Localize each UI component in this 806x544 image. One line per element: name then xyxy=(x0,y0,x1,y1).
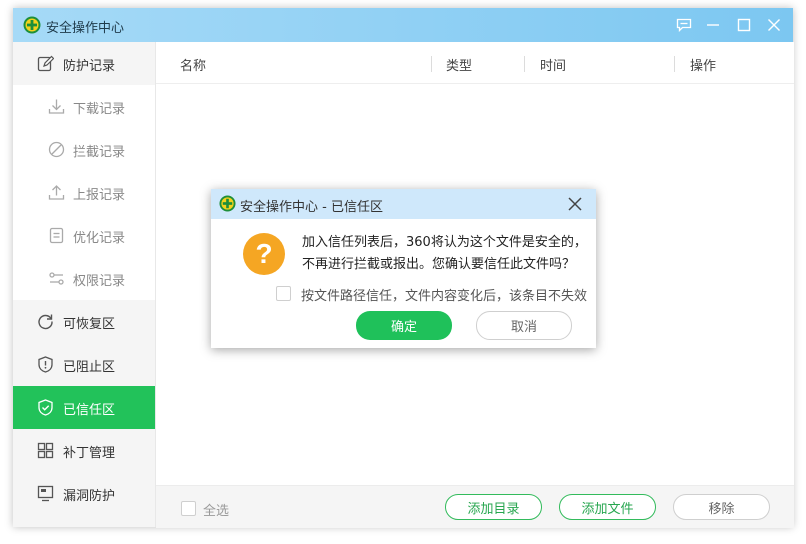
sidebar-item-label: 拦截记录 xyxy=(73,145,126,160)
maximize-icon xyxy=(737,18,751,32)
sidebar-item-label: 补丁管理 xyxy=(63,446,116,461)
sidebar-item-label: 可恢复区 xyxy=(63,317,116,332)
table-header: 名称 类型 时间 操作 xyxy=(156,42,794,84)
sidebar-item-label: 已信任区 xyxy=(63,403,116,418)
trust-confirm-dialog: 安全操作中心 - 已信任区 ? 加入信任列表后，360将认为这个文件是安全的，不… xyxy=(211,189,596,348)
sidebar-item-permission-records[interactable]: 权限记录 xyxy=(13,257,155,300)
feedback-button[interactable] xyxy=(673,14,695,36)
column-header-action[interactable]: 操作 xyxy=(690,55,716,74)
upload-icon xyxy=(48,185,65,200)
shield-check-icon xyxy=(38,399,53,416)
title-bar: 安全操作中心 xyxy=(13,8,793,42)
sidebar-item-report-records[interactable]: 上报记录 xyxy=(13,171,155,214)
window-title: 安全操作中心 xyxy=(46,21,125,36)
sidebar: 防护记录 下载记录 拦截记录 上报记录 优化记录 权限记录 可恢复区 已阻止区 … xyxy=(13,42,155,527)
column-header-type[interactable]: 类型 xyxy=(446,55,472,74)
sidebar-item-patch-management[interactable]: 补丁管理 xyxy=(13,429,155,472)
close-button[interactable] xyxy=(763,14,785,36)
app-logo-icon xyxy=(23,16,41,34)
minimize-button[interactable] xyxy=(702,14,724,36)
column-header-name[interactable]: 名称 xyxy=(180,55,206,74)
column-divider xyxy=(431,56,432,72)
dialog-title-bar: 安全操作中心 - 已信任区 xyxy=(211,189,596,219)
grid-icon xyxy=(37,442,54,459)
select-all-checkbox[interactable] xyxy=(181,501,196,516)
question-icon: ? xyxy=(243,233,285,275)
sidebar-item-label: 已阻止区 xyxy=(63,360,116,375)
sidebar-item-vulnerability-protection[interactable]: 漏洞防护 xyxy=(13,472,155,515)
feedback-icon xyxy=(676,18,692,32)
sidebar-item-label: 优化记录 xyxy=(73,231,126,246)
sidebar-item-recoverable-zone[interactable]: 可恢复区 xyxy=(13,300,155,343)
sidebar-item-trusted-zone[interactable]: 已信任区 xyxy=(13,386,155,429)
shield-alert-icon xyxy=(38,356,53,373)
restore-icon xyxy=(38,314,53,330)
sidebar-item-label: 上报记录 xyxy=(73,188,126,203)
column-header-time[interactable]: 时间 xyxy=(540,55,566,74)
footer-bar: 全选 添加目录 添加文件 移除 xyxy=(156,485,794,528)
edit-icon xyxy=(37,55,54,72)
add-directory-button[interactable]: 添加目录 xyxy=(445,494,542,520)
close-icon[interactable] xyxy=(566,195,584,213)
download-icon xyxy=(48,99,65,114)
cancel-button[interactable]: 取消 xyxy=(476,311,572,340)
app-logo-icon xyxy=(219,195,236,212)
column-divider xyxy=(524,56,525,72)
minimize-icon xyxy=(707,24,719,26)
sidebar-item-protection-records[interactable]: 防护记录 xyxy=(13,42,155,85)
select-all-label: 全选 xyxy=(203,504,230,519)
maximize-button[interactable] xyxy=(733,14,755,36)
sidebar-item-download-records[interactable]: 下载记录 xyxy=(13,85,155,128)
list-icon xyxy=(49,227,64,244)
sidebar-item-label: 权限记录 xyxy=(73,274,126,289)
add-file-button[interactable]: 添加文件 xyxy=(559,494,656,520)
column-divider xyxy=(674,56,675,72)
svg-text:?: ? xyxy=(255,238,272,269)
sidebar-item-optimize-records[interactable]: 优化记录 xyxy=(13,214,155,257)
sidebar-item-label: 漏洞防护 xyxy=(63,489,116,504)
monitor-icon xyxy=(37,485,54,502)
key-icon xyxy=(49,272,64,285)
close-icon xyxy=(768,19,780,31)
trust-by-path-checkbox[interactable] xyxy=(276,286,291,301)
dialog-message: 加入信任列表后，360将认为这个文件是安全的，不再进行拦截或报出。您确认要信任此… xyxy=(302,235,587,272)
trust-by-path-label: 按文件路径信任，文件内容变化后，该条目不失效 xyxy=(301,289,588,304)
sidebar-item-label: 防护记录 xyxy=(63,59,116,74)
dialog-title: 安全操作中心 - 已信任区 xyxy=(240,200,383,215)
remove-button[interactable]: 移除 xyxy=(673,494,770,520)
sidebar-item-intercept-records[interactable]: 拦截记录 xyxy=(13,128,155,171)
confirm-button[interactable]: 确定 xyxy=(356,311,452,340)
block-icon xyxy=(48,141,65,158)
sidebar-item-label: 下载记录 xyxy=(73,102,126,117)
sidebar-item-blocked-zone[interactable]: 已阻止区 xyxy=(13,343,155,386)
